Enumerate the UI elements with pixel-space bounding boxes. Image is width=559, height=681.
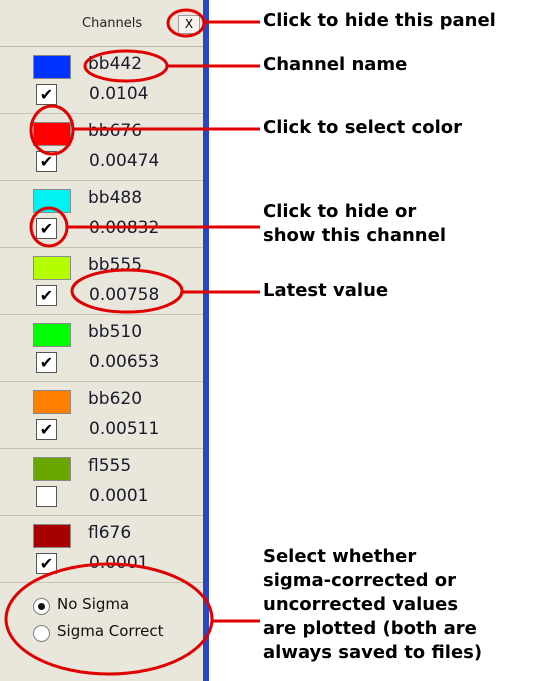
color-swatch[interactable] — [33, 189, 71, 213]
annotation-sigma-line4: are plotted (both are — [263, 618, 477, 639]
channel-row: fl555 0.0001 — [0, 449, 203, 516]
channel-row: bb555 ✔ 0.00758 — [0, 248, 203, 315]
annotation-select-color: Click to select color — [263, 117, 462, 138]
channel-row: fl676 ✔ 0.0001 — [0, 516, 203, 583]
annotation-sigma-line3: uncorrected values — [263, 594, 459, 615]
annotation-sigma-line2: sigma-corrected or — [263, 570, 457, 591]
channel-visibility-checkbox[interactable]: ✔ — [36, 84, 57, 105]
annotation-sigma-line5: always saved to files) — [263, 642, 483, 663]
channel-value: 0.00653 — [89, 352, 160, 372]
radio-label-no-sigma: No Sigma — [57, 595, 130, 613]
color-swatch[interactable] — [33, 390, 71, 414]
color-swatch[interactable] — [33, 524, 71, 548]
channel-value: 0.00758 — [89, 285, 160, 305]
color-swatch[interactable] — [33, 55, 71, 79]
channel-visibility-checkbox[interactable]: ✔ — [36, 285, 57, 306]
channel-visibility-checkbox[interactable]: ✔ — [36, 419, 57, 440]
channel-name: bb488 — [88, 188, 143, 208]
annotation-latest-value: Latest value — [263, 280, 389, 301]
panel-header: Channels X — [0, 0, 203, 47]
channel-visibility-checkbox[interactable]: ✔ — [36, 218, 57, 239]
channel-row: bb620 ✔ 0.00511 — [0, 382, 203, 449]
annotation-hide-show-line2: show this channel — [263, 225, 446, 246]
channel-value: 0.00474 — [89, 151, 160, 171]
channels-panel: Channels X bb442 ✔ 0.0104 bb676 ✔ 0.0047… — [0, 0, 203, 681]
channel-name: fl555 — [88, 456, 132, 476]
channel-row: bb488 ✔ 0.00832 — [0, 181, 203, 248]
annotation-hide-show-line1: Click to hide or — [263, 201, 417, 222]
radio-label-sigma-correct: Sigma Correct — [57, 622, 164, 640]
close-panel-button[interactable]: X — [178, 15, 200, 34]
channel-value: 0.00511 — [89, 419, 160, 439]
channel-row: bb442 ✔ 0.0104 — [0, 47, 203, 114]
channel-name: bb510 — [88, 322, 143, 342]
channel-row: bb676 ✔ 0.00474 — [0, 114, 203, 181]
channel-name: fl676 — [88, 523, 132, 543]
channel-name: bb620 — [88, 389, 143, 409]
annotation-hide-panel: Click to hide this panel — [263, 10, 496, 31]
panel-border — [203, 0, 209, 681]
color-swatch[interactable] — [33, 323, 71, 347]
radio-button[interactable] — [33, 598, 50, 615]
annotation-channel-name: Channel name — [263, 54, 408, 75]
channel-value: 0.0001 — [89, 553, 149, 573]
panel-title: Channels — [82, 16, 143, 31]
color-swatch[interactable] — [33, 256, 71, 280]
channel-visibility-checkbox[interactable]: ✔ — [36, 553, 57, 574]
channel-value: 0.00832 — [89, 218, 160, 238]
channel-name: bb442 — [88, 54, 143, 74]
sigma-option-group: No Sigma Sigma Correct — [0, 580, 203, 681]
channel-value: 0.0104 — [89, 84, 149, 104]
channel-name: bb676 — [88, 121, 143, 141]
channel-visibility-checkbox[interactable]: ✔ — [36, 352, 57, 373]
annotation-sigma-line1: Select whether — [263, 546, 417, 567]
radio-button[interactable] — [33, 625, 50, 642]
channel-row: bb510 ✔ 0.00653 — [0, 315, 203, 382]
color-swatch[interactable] — [33, 457, 71, 481]
channel-visibility-checkbox[interactable] — [36, 486, 57, 507]
channel-name: bb555 — [88, 255, 143, 275]
color-swatch[interactable] — [33, 122, 71, 146]
channel-visibility-checkbox[interactable]: ✔ — [36, 151, 57, 172]
channel-value: 0.0001 — [89, 486, 149, 506]
